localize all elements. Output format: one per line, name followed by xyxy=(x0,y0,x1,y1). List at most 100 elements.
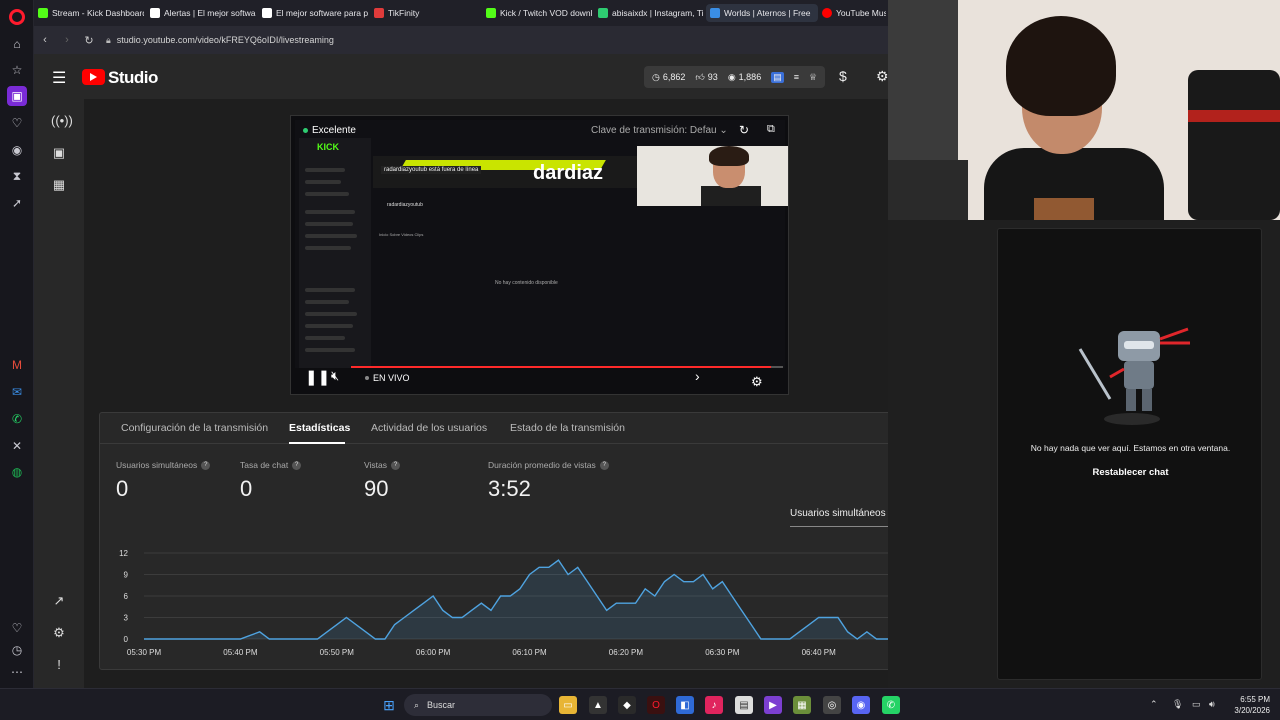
feedback-icon[interactable]: ! xyxy=(51,657,67,673)
x-tick-label: 05:50 PM xyxy=(320,648,355,657)
whatsapp-taskbar-icon[interactable]: ✆ xyxy=(882,696,900,714)
player-settings-icon[interactable]: ⚙ xyxy=(751,374,763,390)
heart-icon[interactable]: ♡ xyxy=(7,113,27,133)
x-icon[interactable]: ✕ xyxy=(7,436,27,456)
series-area xyxy=(144,560,944,639)
kick-icon xyxy=(486,8,496,18)
history-icon[interactable]: ◷ xyxy=(7,640,27,660)
reload-icon[interactable]: ↻ xyxy=(78,34,100,47)
pause-icon[interactable]: ❚❚ xyxy=(305,368,330,386)
tab-software[interactable]: El mejor software para pe xyxy=(262,4,368,22)
gmail-icon[interactable]: M xyxy=(7,355,27,375)
camera-icon[interactable]: ▣ xyxy=(51,145,67,161)
studio-title[interactable]: Studio xyxy=(108,68,158,88)
opera-taskbar-icon[interactable]: O xyxy=(647,696,665,714)
forward-icon[interactable]: › xyxy=(56,34,78,46)
studio-left-rail: ((•)) ▣ ▦ ↗ ⚙ ! xyxy=(34,99,84,688)
tab-instagram[interactable]: abisaixdx | Instagram, Tik xyxy=(598,4,704,22)
external-link-icon[interactable]: ↗ xyxy=(51,593,67,609)
preview-no-content: No hay contenido disponible xyxy=(495,280,558,286)
windows-start-icon[interactable]: ⊞ xyxy=(380,696,398,714)
tab-alertas[interactable]: Alertas | El mejor software xyxy=(150,4,256,22)
microphone-icon[interactable]: 🎙︎ xyxy=(1172,699,1183,710)
preview-webcam xyxy=(637,146,788,206)
file-explorer-icon[interactable]: ▭ xyxy=(559,696,577,714)
tray-chevron-icon[interactable]: ⌃ xyxy=(1150,699,1158,710)
app-icon[interactable]: ◆ xyxy=(618,696,636,714)
reset-chat-button[interactable]: Restablecer chat xyxy=(998,467,1263,478)
tab-vod-downloader[interactable]: Kick / Twitch VOD downlo xyxy=(486,4,592,22)
back-icon[interactable]: ‹ xyxy=(34,34,56,46)
visual-studio-icon[interactable]: ▶ xyxy=(764,696,782,714)
stream-preview[interactable]: KICK radardiazyoutub está fuera de línea… xyxy=(290,115,789,395)
preview-screen: KICK radardiazyoutub está fuera de línea… xyxy=(295,120,788,368)
bookmark-icon[interactable]: ☆ xyxy=(7,60,27,80)
opera-logo-icon[interactable] xyxy=(9,9,25,25)
tab-stream-health[interactable]: Estado de la transmisión xyxy=(510,422,625,434)
webcam-overlay xyxy=(888,0,1280,220)
refresh-icon[interactable]: ↻ xyxy=(739,123,749,137)
header-stats: ◷ 6,862 👍︎ 93 ◉ 1,886 ▤ ≡ ♕ xyxy=(644,66,826,88)
chevron-right-icon[interactable]: › xyxy=(695,368,700,384)
preview-progress xyxy=(351,366,771,368)
list-icon[interactable]: ≡ xyxy=(794,72,799,82)
x-tick-label: 06:40 PM xyxy=(802,648,837,657)
help-icon[interactable]: ? xyxy=(599,460,609,470)
mute-icon[interactable]: 🔇︎ xyxy=(331,368,339,384)
settings-icon[interactable]: ⚙ xyxy=(876,68,889,85)
discord-taskbar-icon[interactable]: ◉ xyxy=(852,696,870,714)
steam-icon[interactable]: ◎ xyxy=(823,696,841,714)
y-tick-label: 9 xyxy=(124,571,129,580)
obs-icon[interactable]: ▲ xyxy=(589,696,607,714)
preview-kick-logo: KICK xyxy=(317,142,339,152)
spotify-icon[interactable]: ◍ xyxy=(7,462,27,482)
tiktok-icon[interactable]: ♪ xyxy=(705,696,723,714)
hourglass-icon[interactable]: ⧗ xyxy=(7,166,27,186)
x-tick-label: 06:30 PM xyxy=(705,648,740,657)
home-icon[interactable]: ⌂ xyxy=(7,34,27,54)
live-stream-icon[interactable]: ((•)) xyxy=(51,113,73,129)
notes-icon[interactable]: ▤ xyxy=(735,696,753,714)
favorites-icon[interactable]: ♡ xyxy=(7,618,27,638)
tab-stream-settings[interactable]: Configuración de la transmisión xyxy=(121,422,268,434)
trophy-icon[interactable]: ♕ xyxy=(809,72,817,83)
y-tick-label: 12 xyxy=(119,549,128,558)
app-store-icon[interactable]: ◧ xyxy=(676,696,694,714)
copy-icon[interactable]: ⧉ xyxy=(767,123,775,136)
linktree-icon xyxy=(598,8,608,18)
twitch-icon[interactable]: ▣ xyxy=(7,86,27,106)
url-field[interactable]: studio.youtube.com/video/kFREYQ6oIDI/liv… xyxy=(117,35,334,45)
tab-bar: Stream - Kick Dashboard Alertas | El mej… xyxy=(34,0,888,26)
chat-pane: No hay nada que ver aquí. Estamos en otr… xyxy=(888,220,1280,688)
taskbar-search[interactable]: ⌕ Buscar xyxy=(404,694,552,716)
youtube-logo-icon[interactable] xyxy=(82,69,105,85)
menu-icon[interactable]: ☰ xyxy=(52,68,66,88)
discord-icon[interactable]: ◉ xyxy=(7,140,27,160)
report-icon[interactable]: ▤ xyxy=(771,71,784,83)
help-icon[interactable]: ? xyxy=(391,460,400,470)
taskbar-clock[interactable]: 6:55 PM 3/20/2026 xyxy=(1226,694,1270,716)
calendar-icon[interactable]: ▦ xyxy=(51,177,67,193)
tab-kick-dashboard[interactable]: Stream - Kick Dashboard xyxy=(38,4,144,22)
minecraft-icon[interactable]: ▦ xyxy=(793,696,811,714)
volume-icon[interactable]: 🔊︎ xyxy=(1209,699,1215,710)
live-badge: EN VIVO xyxy=(365,373,410,383)
rocket-icon[interactable]: ➚ xyxy=(7,193,27,213)
tab-youtube-music[interactable]: YouTube Music xyxy=(822,4,886,22)
network-icon[interactable]: ▭ xyxy=(1192,699,1201,710)
help-icon[interactable]: ? xyxy=(292,460,302,470)
messenger-icon[interactable]: ✉ xyxy=(7,382,27,402)
help-icon[interactable]: ? xyxy=(201,460,211,470)
more-icon[interactable]: ⋯ xyxy=(7,662,27,682)
tab-tikfinity[interactable]: TikFinity xyxy=(374,4,480,22)
close-tab-icon[interactable]: × xyxy=(817,8,818,18)
tab-statistics[interactable]: Estadísticas xyxy=(289,422,350,434)
whatsapp-icon[interactable]: ✆ xyxy=(7,409,27,429)
monetization-icon[interactable]: $ xyxy=(839,68,847,84)
tab-aternos[interactable]: Worlds | Aternos | Free× xyxy=(706,4,818,22)
gear-icon[interactable]: ⚙ xyxy=(51,625,67,641)
metric-views: Vistas? 90 xyxy=(364,460,400,502)
tab-user-activity[interactable]: Actividad de los usuarios xyxy=(371,422,487,434)
concurrent-viewers-chart: 0 3 6 9 12 05:30 PM 05:40 PM 05:50 PM 06:00 PM 06… xyxy=(119,549,944,657)
stream-key-select[interactable]: Clave de transmisión: Defau ⌄ xyxy=(591,125,728,136)
